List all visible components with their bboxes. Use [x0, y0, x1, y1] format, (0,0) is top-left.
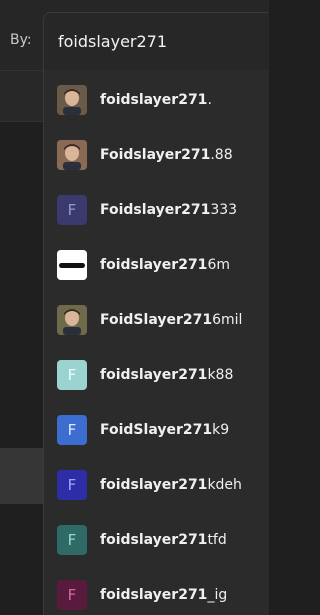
user-avatar [57, 250, 87, 280]
avatar-photo [57, 85, 87, 115]
suggestion-username: FoidSlayer2716mil [100, 312, 242, 328]
username-suffix: .88 [210, 147, 233, 163]
avatar-initial: F [67, 421, 77, 439]
user-avatar [57, 305, 87, 335]
suggestion-item[interactable]: FoidSlayer2716mil [44, 293, 254, 348]
avatar-initial: F [67, 531, 77, 549]
by-label: By: [10, 32, 32, 48]
user-avatar: F [57, 470, 87, 500]
username-suffix: kdeh [207, 477, 242, 493]
suggestion-username: FoidSlayer271k9 [100, 422, 229, 438]
username-match: foidslayer271 [100, 257, 208, 273]
username-match: Foidslayer271 [100, 147, 211, 163]
username-suffix: 6m [207, 257, 230, 273]
background-area [0, 504, 43, 615]
username-match: foidslayer271 [100, 367, 208, 383]
background-row [0, 70, 43, 122]
suggestion-item[interactable]: foidslayer271. [44, 73, 254, 128]
suggestion-item[interactable]: F Foidslayer271333 [44, 183, 254, 238]
user-avatar: F [57, 415, 87, 445]
user-avatar [57, 140, 87, 170]
username-match: foidslayer271 [100, 92, 208, 108]
suggestion-username: foidslayer271k88 [100, 367, 233, 383]
suggestion-item[interactable]: Ffoidslayer271_ig [44, 568, 254, 615]
background-area [0, 122, 43, 448]
avatar-image [57, 250, 87, 280]
suggestion-username: Foidslayer271.88 [100, 147, 233, 163]
user-filter-panel: By: foidslayer271.Foidslayer271.88FFoids… [0, 0, 269, 615]
user-search-input[interactable] [43, 12, 269, 70]
filter-bar: By: [0, 0, 269, 70]
username-match: foidslayer271 [100, 587, 208, 603]
suggestion-item[interactable]: Foidslayer271.88 [44, 128, 254, 183]
user-suggestions-dropdown: foidslayer271. Foidslayer271.88 F Foidslaye… [43, 70, 269, 615]
username-match: FoidSlayer271 [100, 422, 213, 438]
user-avatar [57, 85, 87, 115]
avatar-initial: F [67, 366, 77, 384]
username-match: foidslayer271 [100, 477, 208, 493]
suggestion-item[interactable]: foidslayer2716m [44, 238, 254, 293]
username-suffix: 6mil [212, 312, 243, 328]
suggestion-username: foidslayer271tfd [100, 532, 227, 548]
avatar-initial: F [67, 476, 77, 494]
username-suffix: k9 [212, 422, 230, 438]
username-match: Foidslayer271 [100, 202, 211, 218]
username-suffix: k88 [207, 367, 234, 383]
username-match: foidslayer271 [100, 532, 208, 548]
avatar-initial: F [67, 586, 77, 604]
suggestion-username: foidslayer271kdeh [100, 477, 242, 493]
username-match: FoidSlayer271 [100, 312, 213, 328]
username-suffix: . [207, 92, 212, 108]
avatar-photo [57, 305, 87, 335]
suggestion-item[interactable]: Ffoidslayer271tfd [44, 513, 254, 568]
suggestion-item[interactable]: Ffoidslayer271kdeh [44, 458, 254, 513]
user-avatar: F [57, 360, 87, 390]
username-suffix: tfd [207, 532, 227, 548]
username-suffix: 333 [210, 202, 238, 218]
suggestion-item[interactable]: Ffoidslayer271k88 [44, 348, 254, 403]
background-row-selected[interactable] [0, 448, 43, 504]
user-avatar: F [57, 525, 87, 555]
user-avatar: F [57, 580, 87, 610]
suggestion-username: Foidslayer271333 [100, 202, 237, 218]
suggestion-item[interactable]: F FoidSlayer271k9 [44, 403, 254, 458]
avatar-initial: F [67, 201, 77, 219]
suggestion-username: foidslayer2716m [100, 257, 230, 273]
avatar-photo [57, 140, 87, 170]
suggestion-username: foidslayer271. [100, 92, 212, 108]
username-suffix: _ig [207, 587, 228, 603]
suggestion-username: foidslayer271_ig [100, 587, 227, 603]
user-avatar: F [57, 195, 87, 225]
